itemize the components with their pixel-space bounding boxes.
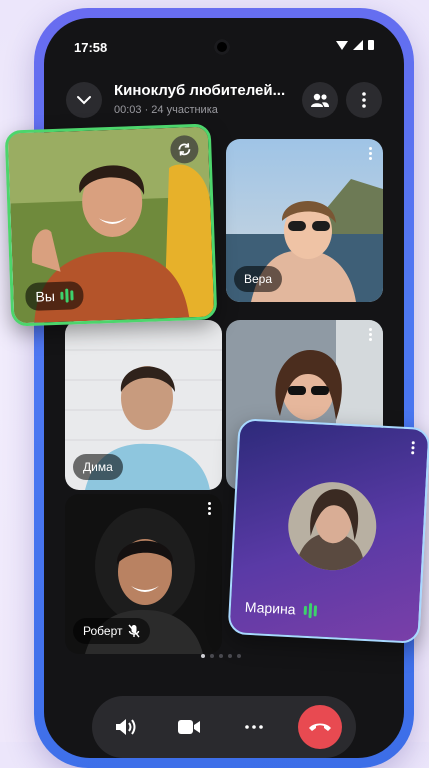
end-call-button[interactable]	[298, 705, 342, 749]
page-indicator	[201, 654, 241, 658]
battery-icon	[368, 40, 374, 50]
signal-icon	[353, 40, 363, 50]
header-more-button[interactable]	[346, 82, 382, 118]
status-time: 17:58	[74, 40, 108, 55]
video-toggle-button[interactable]	[167, 705, 211, 749]
participant-name-badge: Роберт	[73, 618, 151, 644]
people-icon	[311, 93, 329, 107]
status-icons	[336, 40, 374, 50]
call-duration-participants: 00:03 · 24 участника	[114, 104, 218, 116]
speaking-indicator-icon	[303, 602, 317, 618]
front-camera	[214, 39, 230, 55]
mic-muted-icon	[128, 624, 141, 638]
camera-switch-icon	[178, 143, 191, 156]
participant-name: Дима	[83, 460, 113, 474]
wifi-icon	[336, 40, 348, 50]
more-icon	[245, 725, 263, 729]
page-dot[interactable]	[210, 654, 214, 658]
video-camera-icon	[178, 720, 200, 734]
tile-more-icon[interactable]	[369, 147, 373, 160]
participant-avatar	[286, 479, 379, 573]
collapse-call-button[interactable]	[66, 82, 102, 118]
tile-more-icon[interactable]	[369, 328, 373, 341]
participants-button[interactable]	[302, 82, 338, 118]
more-options-button[interactable]	[232, 705, 276, 749]
page-dot[interactable]	[237, 654, 241, 658]
participant-name-badge: Марина	[245, 599, 317, 619]
participant-tile-marina[interactable]: Марина	[227, 418, 429, 644]
participant-name: Роберт	[83, 624, 123, 638]
participant-name-badge: Вы	[24, 280, 85, 312]
self-view-tile[interactable]: Вы	[4, 123, 218, 327]
participant-name: Вера	[244, 272, 273, 286]
more-vertical-icon	[362, 92, 366, 108]
page-dot[interactable]	[219, 654, 223, 658]
call-controls-bar	[92, 696, 356, 758]
end-call-icon	[309, 723, 331, 731]
participant-tile-vera[interactable]: Вера	[226, 139, 383, 302]
tile-more-icon[interactable]	[411, 441, 416, 455]
participant-tile-robert[interactable]: Роберт	[65, 494, 222, 654]
tile-more-icon[interactable]	[208, 502, 212, 515]
participant-tile-dima[interactable]: Дима	[65, 320, 222, 490]
speaker-button[interactable]	[104, 705, 148, 749]
call-title: Киноклуб любителей...	[114, 82, 286, 99]
participant-name: Вы	[35, 288, 56, 305]
participant-name-badge: Вера	[234, 266, 283, 292]
speaking-indicator-icon	[60, 288, 75, 303]
participant-name: Марина	[244, 598, 297, 618]
participant-name-badge: Дима	[73, 454, 123, 480]
page-dot[interactable]	[228, 654, 232, 658]
chevron-down-icon	[77, 96, 91, 105]
page-dot[interactable]	[201, 654, 205, 658]
speaker-icon	[116, 719, 136, 735]
